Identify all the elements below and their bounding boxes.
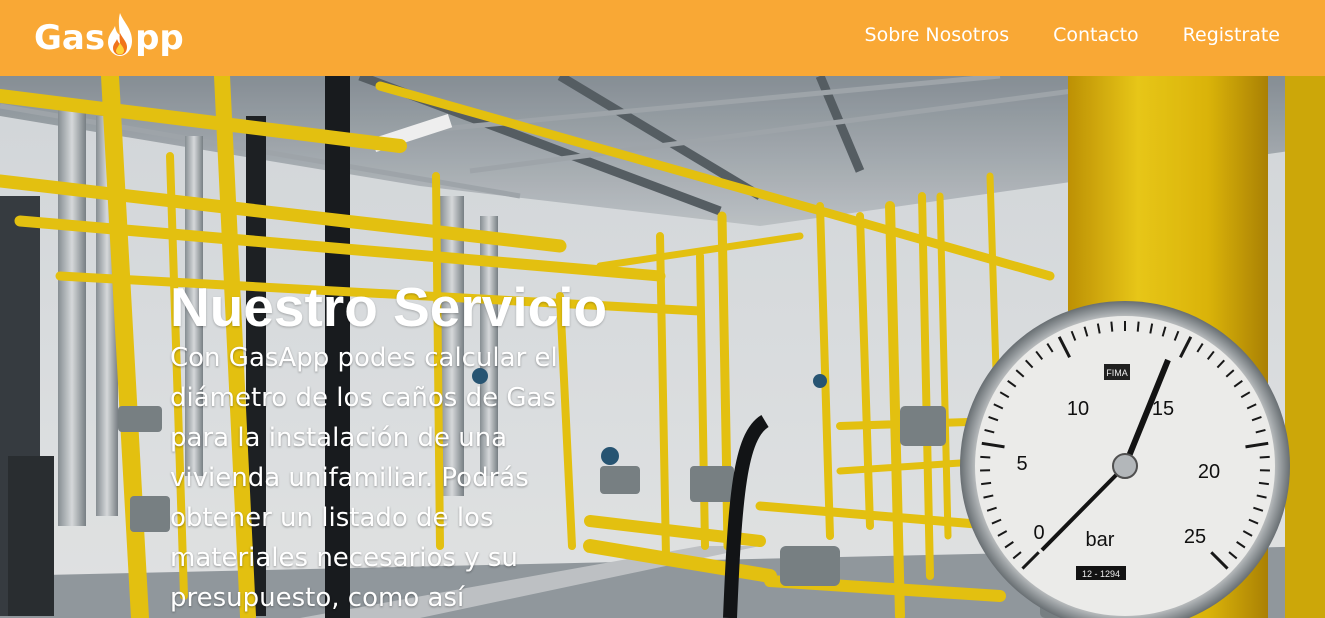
hero-description: Con GasApp podes calcular el diámetro de… (170, 343, 558, 613)
nav-link-contacto[interactable]: Contacto (1053, 24, 1139, 46)
flame-icon (106, 11, 134, 57)
main-nav: Sobre Nosotros Contacto Registrate (865, 24, 1280, 46)
hero-text-block: Nuestro Servicio Con GasApp podes calcul… (170, 276, 608, 618)
logo-text-gas: Gas (34, 18, 106, 58)
nav-link-registrate[interactable]: Registrate (1183, 24, 1280, 46)
logo-text-pp: pp (135, 18, 184, 58)
gasapp-logo[interactable]: Gas pp (34, 10, 184, 66)
hero-section: FIMA bar 12 - 1294 0 5 10 15 20 25 Nuest… (0, 76, 1325, 618)
top-navbar: Gas pp Sobre Nosotros Contacto Registrat… (0, 0, 1325, 76)
nav-link-sobre-nosotros[interactable]: Sobre Nosotros (865, 24, 1010, 46)
hero-title: Nuestro Servicio (170, 276, 608, 338)
